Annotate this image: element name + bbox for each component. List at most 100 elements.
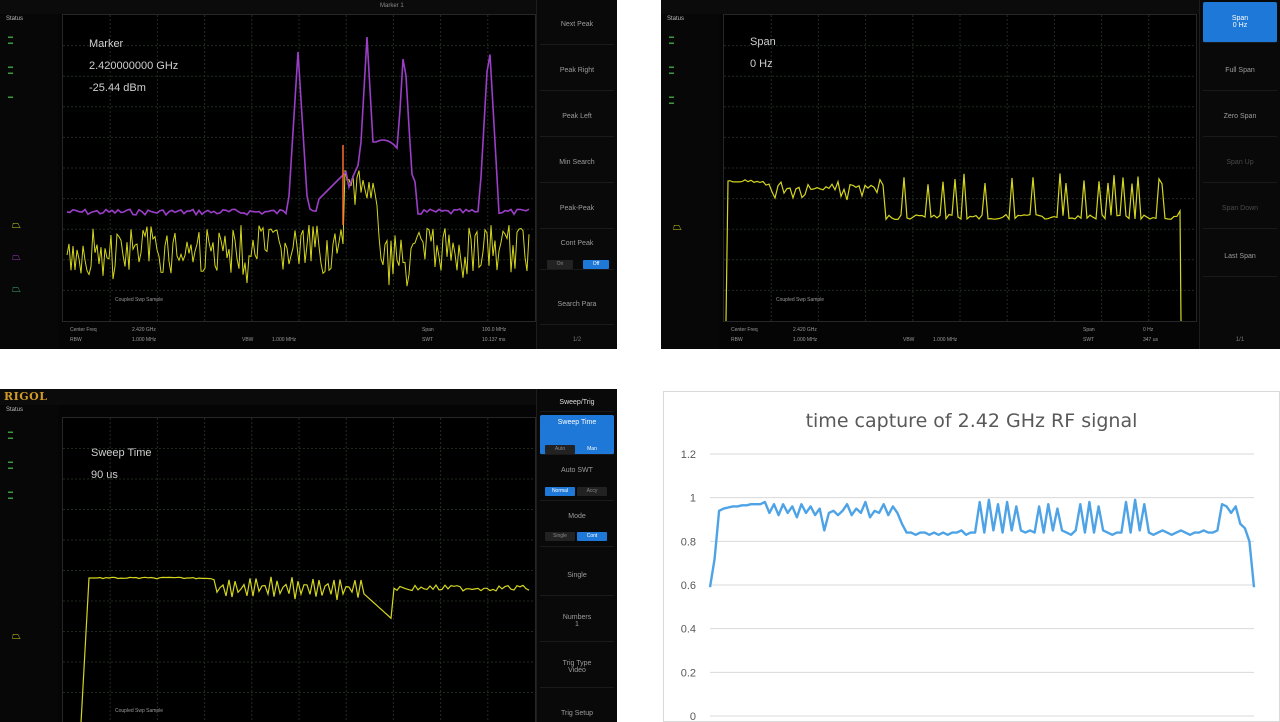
span-value: 100.0 MHz: [482, 327, 507, 333]
analyzer-title-bar: Marker 1: [0, 0, 617, 14]
analyzer-spectrum-view: Marker 1 Status ▬ ▬ ▬ ▬ ▬ ⏢ ⏢ ⏢ Marker 2.4…: [0, 0, 617, 349]
center-freq-value: 2.420 GHz: [793, 327, 817, 333]
mode-single-toggle[interactable]: Single: [545, 532, 575, 541]
span-value: 0 Hz: [1143, 327, 1154, 333]
softkey-menu: Next Peak Peak Right Peak Left Min Searc…: [536, 0, 617, 349]
min-search-button[interactable]: Min Search: [540, 142, 614, 183]
y-tick-label: 0.8: [681, 536, 696, 548]
sweep-trace: [80, 576, 530, 722]
sweep-note: Coupled Swp Sample: [776, 297, 825, 303]
status-header: Status: [667, 16, 685, 22]
trace1-icon[interactable]: ⏢: [12, 220, 21, 231]
softkey-menu: Span 0 Hz Full Span Zero Span Span Up Sp…: [1199, 0, 1280, 349]
status-indicator: ▬ ▬: [669, 94, 674, 106]
trace2-icon[interactable]: ⏢: [12, 252, 21, 263]
rigol-logo: RIGOL: [4, 390, 48, 403]
sweep-note: Coupled Swp Sample: [115, 297, 164, 303]
sweep-time-overlay: Sweep Time 90 us: [91, 442, 152, 486]
chart-plot: 0 0.2 0.4 0.6 0.8 1 1.2: [681, 449, 1256, 721]
sweep-time-title: Sweep Time: [91, 447, 152, 459]
auto-swt-accy-toggle[interactable]: Accy: [577, 487, 607, 496]
auto-swt-normal-toggle[interactable]: Normal: [545, 487, 575, 496]
span-label: Span: [422, 327, 434, 333]
trig-type-value: Video: [568, 667, 586, 674]
sweep-note: Coupled Swp Sample: [115, 708, 164, 714]
center-freq-label: Center Freq: [731, 327, 758, 333]
trace3-icon[interactable]: ⏢: [12, 284, 21, 295]
status-indicator: ▬ ▬: [8, 459, 13, 471]
live-trace: [66, 170, 530, 287]
marker-amplitude: -25.44 dBm: [89, 82, 146, 94]
peak-left-button[interactable]: Peak Left: [540, 96, 614, 137]
y-tick-label: 0.4: [681, 624, 696, 636]
settings-bar: Center Freq 2.420 GHz Span 100.0 MHz RBW…: [62, 325, 535, 349]
peak-peak-button[interactable]: Peak-Peak: [540, 188, 614, 229]
marker-frequency: 2.420000000 GHz: [89, 60, 179, 72]
vbw-label: VBW: [242, 337, 254, 343]
span-button[interactable]: Span 0 Hz: [1203, 2, 1277, 43]
full-span-button[interactable]: Full Span: [1203, 50, 1277, 91]
y-tick-label: 1: [690, 493, 696, 505]
next-peak-button[interactable]: Next Peak: [540, 4, 614, 45]
sweep-display: Sweep Time 90 us Coupled Swp Sample: [62, 417, 536, 722]
trig-type-button[interactable]: Trig Type Video: [540, 647, 614, 688]
mode-cont-toggle[interactable]: Cont: [577, 532, 607, 541]
rbw-value: 1.000 MHz: [793, 337, 818, 343]
mode-button[interactable]: Mode: [540, 507, 614, 547]
cont-peak-off-toggle[interactable]: Off: [583, 260, 609, 269]
swt-label: SWT: [422, 337, 434, 343]
analyzer-sweep-view: RIGOL Status ▬ ▬ ▬ ▬ ▬ ▬ ⏢ Sweep Time 90 us…: [0, 389, 617, 722]
series-line: [708, 498, 1256, 588]
marker-overlay: Marker 2.420000000 GHz -25.44 dBm: [89, 33, 178, 99]
span-button-value: 0 Hz: [1232, 22, 1248, 29]
span-title: Span: [750, 36, 776, 48]
span-label: Span: [1083, 327, 1095, 333]
span-overlay: Span 0 Hz: [750, 31, 776, 75]
settings-bar: Center Freq 2.420 GHz Span 0 Hz RBW 1.00…: [723, 325, 1198, 349]
marker-readout-label: Marker 1: [380, 3, 404, 9]
swt-value: 10.137 ms: [482, 337, 506, 343]
softkey-menu: Sweep/Trig Sweep Time Auto Man Auto SWT …: [536, 389, 617, 722]
marker-title: Marker: [89, 38, 124, 50]
status-indicator: ▬ ▬: [8, 34, 13, 46]
span-down-button[interactable]: Span Down: [1203, 188, 1277, 229]
sweep-time-auto-toggle[interactable]: Auto: [545, 445, 575, 454]
center-freq-label: Center Freq: [70, 327, 97, 333]
spectrum-display: Marker 2.420000000 GHz -25.44 dBm Couple…: [62, 14, 536, 322]
analyzer-zero-span-view: Status ▬ ▬ ▬ ▬ ▬ ▬ ⏢ Span 0 Hz Coupled Swp …: [661, 0, 1280, 349]
numbers-button[interactable]: Numbers 1: [540, 601, 614, 642]
span-up-button[interactable]: Span Up: [1203, 142, 1277, 183]
status-indicator: ▬ ▬: [669, 34, 674, 46]
status-indicator: ▬ ▬: [8, 489, 13, 501]
trig-type-label: Trig Type: [562, 660, 592, 667]
cont-peak-on-toggle[interactable]: On: [547, 260, 573, 269]
swt-value: 347 us: [1143, 337, 1159, 343]
zero-span-button[interactable]: Zero Span: [1203, 96, 1277, 137]
search-para-button[interactable]: Search Para: [540, 284, 614, 325]
analyzer-title-bar: [661, 0, 1280, 14]
trig-setup-button[interactable]: Trig Setup: [540, 693, 614, 722]
span-button-label: Span: [1231, 15, 1249, 22]
y-tick-label: 0.2: [681, 667, 696, 679]
single-button[interactable]: Single: [540, 555, 614, 596]
menu-page-indicator: 1/2: [572, 337, 582, 343]
status-header: Status: [6, 16, 24, 22]
time-capture-chart: time capture of 2.42 GHz RF signal 0 0.2 0…: [663, 391, 1280, 722]
vbw-label: VBW: [903, 337, 915, 343]
rbw-value: 1.000 MHz: [132, 337, 157, 343]
status-column: Status ▬ ▬ ▬ ▬ ▬ ⏢ ⏢ ⏢: [0, 14, 58, 349]
center-freq-value: 2.420 GHz: [132, 327, 156, 333]
sweep-time-value: 90 us: [91, 469, 118, 481]
swt-label: SWT: [1083, 337, 1095, 343]
trace1-icon[interactable]: ⏢: [12, 631, 21, 642]
trace1-icon[interactable]: ⏢: [673, 222, 682, 233]
analyzer-title-bar: RIGOL: [0, 389, 617, 405]
last-span-button[interactable]: Last Span: [1203, 236, 1277, 277]
y-tick-label: 1.2: [681, 449, 696, 461]
sweep-time-man-toggle[interactable]: Man: [577, 445, 607, 454]
peak-right-button[interactable]: Peak Right: [540, 50, 614, 91]
y-tick-label: 0.6: [681, 580, 696, 592]
numbers-value: 1: [575, 621, 579, 628]
vbw-value: 1.000 MHz: [933, 337, 958, 343]
trace-layer: [725, 173, 1182, 321]
